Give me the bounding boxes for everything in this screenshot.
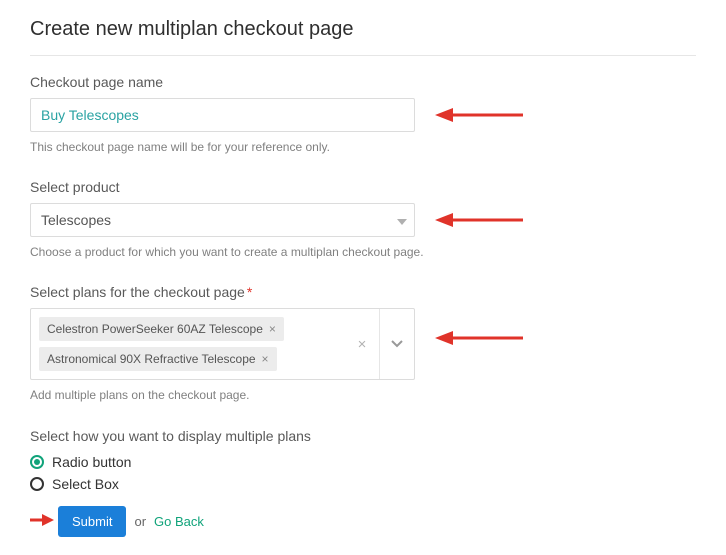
- plan-chip-label: Astronomical 90X Refractive Telescope: [47, 352, 256, 366]
- label-select-product: Select product: [30, 179, 696, 195]
- display-option-radio[interactable]: Radio button: [30, 454, 696, 470]
- button-bar: Submit or Go Back: [30, 506, 696, 537]
- required-asterisk: *: [247, 284, 252, 300]
- chevron-down-icon: [397, 212, 407, 228]
- annotation-arrow-icon: [435, 105, 525, 125]
- remove-chip-icon[interactable]: ×: [269, 322, 276, 336]
- page-title: Create new multiplan checkout page: [30, 18, 696, 41]
- clear-all-icon[interactable]: ×: [345, 309, 379, 379]
- helper-checkout-name: This checkout page name will be for your…: [30, 138, 696, 157]
- divider: [30, 55, 696, 56]
- radio-label: Radio button: [52, 454, 131, 470]
- label-select-plans: Select plans for the checkout page*: [30, 284, 696, 300]
- annotation-arrow-icon: [30, 512, 54, 531]
- product-selected-value: Telescopes: [41, 212, 111, 228]
- go-back-link[interactable]: Go Back: [154, 514, 204, 529]
- display-option-select[interactable]: Select Box: [30, 476, 696, 492]
- annotation-arrow-icon: [435, 210, 525, 230]
- or-text: or: [134, 514, 146, 529]
- annotation-arrow-icon: [435, 328, 525, 348]
- label-display-mode: Select how you want to display multiple …: [30, 428, 696, 444]
- field-checkout-name: Checkout page name This checkout page na…: [30, 74, 696, 157]
- field-display-mode: Select how you want to display multiple …: [30, 428, 696, 492]
- product-select[interactable]: Telescopes: [30, 203, 415, 237]
- field-select-plans: Select plans for the checkout page* Cele…: [30, 284, 696, 405]
- field-select-product: Select product Telescopes Choose a produ…: [30, 179, 696, 262]
- plan-chip: Astronomical 90X Refractive Telescope ×: [39, 347, 277, 371]
- radio-icon: [30, 455, 44, 469]
- plan-chip-label: Celestron PowerSeeker 60AZ Telescope: [47, 322, 263, 336]
- plan-chip: Celestron PowerSeeker 60AZ Telescope ×: [39, 317, 284, 341]
- dropdown-toggle[interactable]: [380, 309, 414, 379]
- submit-button[interactable]: Submit: [58, 506, 126, 537]
- plans-chip-zone[interactable]: Celestron PowerSeeker 60AZ Telescope × A…: [31, 309, 345, 379]
- radio-label: Select Box: [52, 476, 119, 492]
- remove-chip-icon[interactable]: ×: [262, 352, 269, 366]
- label-checkout-name: Checkout page name: [30, 74, 696, 90]
- chevron-down-icon: [391, 340, 403, 348]
- helper-select-plans: Add multiple plans on the checkout page.: [30, 386, 696, 405]
- helper-select-product: Choose a product for which you want to c…: [30, 243, 696, 262]
- plans-multiselect[interactable]: Celestron PowerSeeker 60AZ Telescope × A…: [30, 308, 415, 380]
- checkout-name-input[interactable]: [30, 98, 415, 132]
- radio-icon: [30, 477, 44, 491]
